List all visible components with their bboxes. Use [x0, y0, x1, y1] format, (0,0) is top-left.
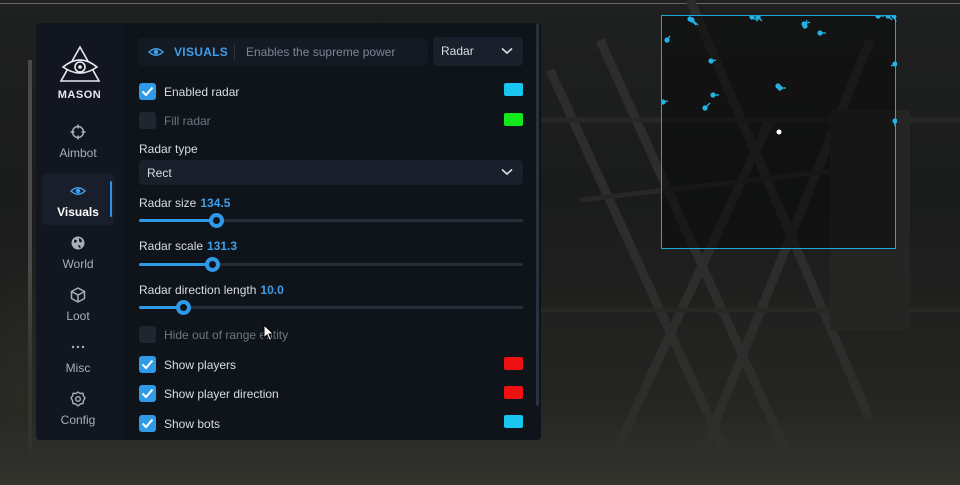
- radar-overlay: [661, 15, 897, 249]
- show-players-color-swatch[interactable]: [504, 357, 523, 370]
- radar-entity-dot: [892, 118, 897, 124]
- sidebar-item-aimbot[interactable]: Aimbot: [42, 124, 114, 176]
- radar-blips: [662, 16, 897, 135]
- radar-entity-dot: [708, 58, 714, 64]
- radar-direction-length-slider[interactable]: [139, 300, 523, 315]
- eye-triangle-logo-icon: [59, 45, 100, 82]
- show-bots-color-swatch[interactable]: [504, 415, 523, 428]
- enabled-radar-color-swatch[interactable]: [504, 83, 523, 96]
- chevron-down-icon: [501, 168, 513, 176]
- subsection-dropdown-value: Radar: [441, 44, 474, 58]
- sidebar-item-misc[interactable]: Misc: [42, 339, 114, 391]
- fill-radar-checkbox[interactable]: [139, 112, 156, 129]
- sidebar-item-world[interactable]: World: [42, 235, 114, 287]
- sidebar-item-label: Aimbot: [59, 146, 97, 160]
- radar-entity-dot: [702, 105, 708, 111]
- show-bots-row: Show bots: [139, 415, 523, 433]
- radar-entity-dot: [662, 99, 666, 105]
- radar-entity-dot: [875, 16, 881, 19]
- show-player-direction-checkbox[interactable]: [139, 385, 156, 402]
- radar-entity-dot: [817, 30, 823, 36]
- show-players-label: Show players: [164, 358, 237, 372]
- slider-fill: [139, 263, 212, 266]
- radar-size-label-text: Radar size: [139, 196, 197, 210]
- radar-scale-label: Radar scale 131.3: [139, 239, 237, 253]
- slider-track: [139, 306, 523, 309]
- fill-radar-label: Fill radar: [164, 114, 211, 128]
- radar-direction-length-label-text: Radar direction length: [139, 283, 257, 297]
- radar-entity-dot: [664, 37, 670, 43]
- hide-out-of-range-row: Hide out of range entity: [139, 326, 523, 344]
- globe-icon: [71, 236, 85, 250]
- radar-direction-length-label: Radar direction length 10.0: [139, 283, 284, 297]
- sidebar-item-loot[interactable]: Loot: [42, 287, 114, 339]
- sidebar-item-label: World: [62, 257, 94, 271]
- mouse-cursor-icon: [263, 324, 275, 342]
- chevron-down-icon: [501, 47, 513, 55]
- checkmark-icon: [141, 86, 154, 97]
- radar-entity-dot: [891, 16, 897, 19]
- radar-direction-length-value: 10.0: [260, 283, 284, 297]
- options-scrollbar[interactable]: [536, 23, 539, 406]
- radar-size-value: 134.5: [200, 196, 231, 210]
- radar-entity-dot: [777, 85, 783, 91]
- slider-handle[interactable]: [209, 213, 224, 228]
- radar-type-dropdown[interactable]: Rect: [139, 160, 523, 185]
- checkmark-icon: [141, 388, 154, 399]
- radar-scale-label-text: Radar scale: [139, 239, 204, 253]
- show-player-direction-label: Show player direction: [164, 387, 279, 401]
- show-bots-checkbox[interactable]: [139, 415, 156, 432]
- eye-icon: [70, 187, 86, 195]
- show-player-direction-row: Show player direction: [139, 385, 523, 403]
- radar-local-player-dot: [776, 129, 782, 135]
- brand-logo: MASON: [36, 45, 123, 101]
- brand-name: MASON: [57, 89, 102, 101]
- radar-entity-dot: [749, 16, 755, 20]
- crosshair-icon: [70, 124, 86, 140]
- active-tab-indicator: [110, 181, 112, 217]
- more-icon: [71, 345, 85, 349]
- subsection-dropdown[interactable]: Radar: [433, 37, 523, 66]
- enabled-radar-checkbox[interactable]: [139, 83, 156, 100]
- sidebar-item-label: Visuals: [57, 205, 99, 219]
- cube-icon: [70, 287, 86, 303]
- slider-fill: [139, 219, 216, 222]
- section-header: VISUALS Enables the supreme power: [138, 38, 428, 66]
- radar-entity-dot: [710, 92, 716, 98]
- hide-out-of-range-checkbox[interactable]: [139, 326, 156, 343]
- fill-radar-row: Fill radar: [139, 112, 523, 130]
- slider-handle[interactable]: [205, 257, 220, 272]
- radar-scale-slider[interactable]: [139, 257, 523, 272]
- section-subtitle: Enables the supreme power: [246, 45, 396, 59]
- radar-size-slider[interactable]: [139, 213, 523, 228]
- checkmark-icon: [141, 418, 154, 429]
- radar-entity-dot: [802, 23, 808, 29]
- show-players-checkbox[interactable]: [139, 356, 156, 373]
- section-title: VISUALS: [174, 45, 229, 59]
- sidebar-item-visuals[interactable]: Visuals: [42, 173, 114, 225]
- fill-radar-color-swatch[interactable]: [504, 113, 523, 126]
- show-players-row: Show players: [139, 356, 523, 374]
- sidebar-item-label: Loot: [66, 309, 90, 323]
- radar-type-label: Radar type: [139, 142, 198, 156]
- sidebar-item-label: Config: [60, 413, 96, 427]
- sidebar-item-config[interactable]: Config: [42, 391, 114, 443]
- sidebar: MASON Aimbot Visuals World Loot Misc Con…: [36, 23, 123, 440]
- radar-size-label: Radar size 134.5: [139, 196, 230, 210]
- gear-icon: [70, 391, 86, 407]
- eye-icon: [148, 48, 164, 56]
- header-divider: [234, 44, 235, 60]
- show-player-direction-color-swatch[interactable]: [504, 386, 523, 399]
- checkmark-icon: [141, 359, 154, 370]
- radar-entity-dot: [689, 17, 695, 23]
- show-bots-label: Show bots: [164, 417, 221, 431]
- enabled-radar-label: Enabled radar: [164, 85, 240, 99]
- sidebar-item-label: Misc: [65, 361, 91, 375]
- radar-type-value: Rect: [147, 166, 172, 180]
- radar-scale-value: 131.3: [207, 239, 238, 253]
- cheat-menu-panel: MASON Aimbot Visuals World Loot Misc Con…: [36, 23, 541, 440]
- radar-entity-dot: [892, 61, 897, 67]
- slider-handle[interactable]: [176, 300, 191, 315]
- enabled-radar-row: Enabled radar: [139, 83, 523, 101]
